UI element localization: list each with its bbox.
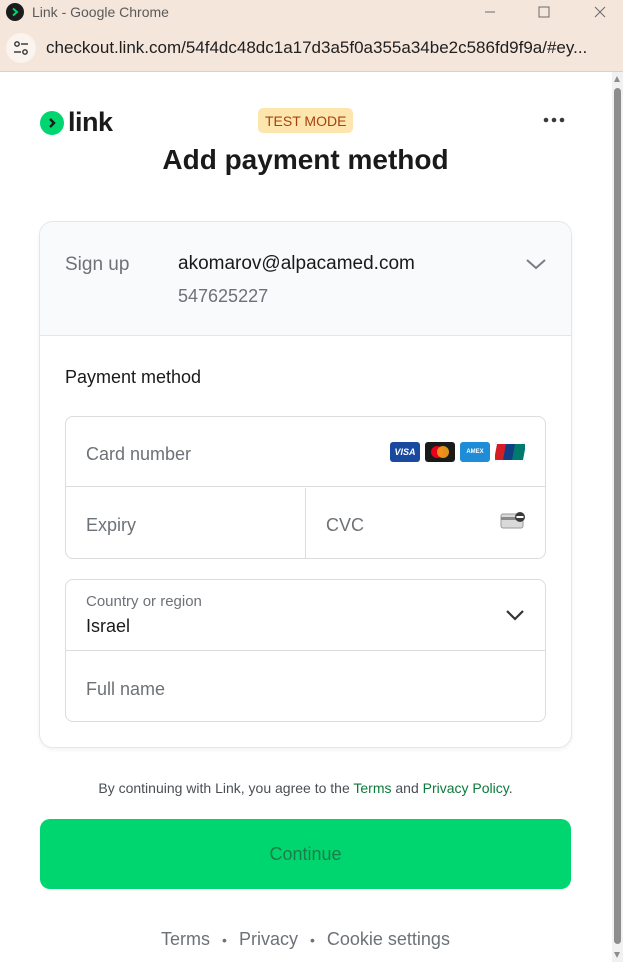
visa-icon: VISA [390,442,420,462]
card-number-placeholder: Card number [86,444,192,464]
full-name-input[interactable]: Full name [66,652,545,721]
close-window-button[interactable] [572,0,623,24]
link-app-icon [6,3,24,21]
consent-prefix: By continuing with Link, you agree to th… [98,780,354,796]
window-title: Link - Google Chrome [32,4,169,20]
cvc-input[interactable]: CVC [306,488,545,558]
scrollbar[interactable] [612,72,623,962]
terms-link[interactable]: Terms [353,780,391,796]
cvc-placeholder: CVC [326,515,365,535]
footer-links: Terms • Privacy • Cookie settings [0,929,611,950]
footer-separator: • [309,931,315,948]
close-icon [594,6,606,18]
maximize-button[interactable] [516,0,572,24]
minimize-icon [485,11,495,13]
continue-button[interactable]: Continue [40,819,571,889]
maximize-icon [538,6,550,18]
link-logo-text: link [68,107,113,137]
mastercard-icon [425,442,455,462]
tune-icon [14,40,28,55]
country-select[interactable]: Country or region Israel [66,580,545,651]
footer-terms-link[interactable]: Terms [161,929,210,950]
minimize-button[interactable] [462,0,518,24]
expiry-input[interactable]: Expiry [66,488,306,558]
scroll-down-arrow-icon[interactable] [614,952,620,958]
link-logo-icon [40,110,64,135]
site-info-button[interactable] [6,32,36,63]
country-value: Israel [86,616,131,636]
payment-method-heading: Payment method [65,367,202,387]
link-logo: link [40,107,113,138]
amex-icon: AMEX [460,442,490,462]
url-text[interactable]: checkout.link.com/54f4dc48dc1a17d3a5f0a3… [46,38,606,58]
chevron-down-icon [506,610,524,621]
consent-text: By continuing with Link, you agree to th… [0,780,611,796]
privacy-policy-link[interactable]: Privacy Policy [423,780,509,796]
scrollbar-thumb[interactable] [614,88,621,944]
page-title: Add payment method [162,144,449,175]
signup-row[interactable]: Sign up akomarov@alpacamed.com 547625227 [40,222,571,336]
expiry-placeholder: Expiry [86,515,137,535]
footer-privacy-link[interactable]: Privacy [239,929,298,950]
full-name-placeholder: Full name [86,679,166,699]
consent-and: and [391,780,423,796]
mastercard-logo-icon [431,446,449,458]
card-brands: VISA AMEX [390,442,525,462]
signup-phone: 547625227 [178,286,269,306]
more-horizontal-icon [543,117,565,123]
card-back-icon [500,512,525,529]
card-fields-group: Card number VISA AMEX Expiry CVC [65,416,546,559]
card-number-input[interactable]: Card number VISA AMEX [66,417,545,487]
test-mode-badge: TEST MODE [258,108,354,133]
payment-card: Sign up akomarov@alpacamed.com 547625227… [39,221,572,748]
scroll-up-arrow-icon[interactable] [614,76,620,82]
more-options-button[interactable] [538,110,570,130]
consent-suffix: . [508,780,513,796]
address-bar: checkout.link.com/54f4dc48dc1a17d3a5f0a3… [0,24,623,72]
chevron-down-icon[interactable] [524,256,548,272]
signup-email: akomarov@alpacamed.com [178,253,415,274]
country-label: Country or region [86,593,202,610]
footer-cookie-settings-link[interactable]: Cookie settings [327,929,450,950]
signup-label: Sign up [65,254,130,275]
address-fields-group: Country or region Israel Full name [65,579,546,722]
unionpay-icon [495,442,525,462]
unionpay-logo-icon [495,442,525,462]
footer-separator: • [222,931,227,948]
window-titlebar: Link - Google Chrome [0,0,623,24]
